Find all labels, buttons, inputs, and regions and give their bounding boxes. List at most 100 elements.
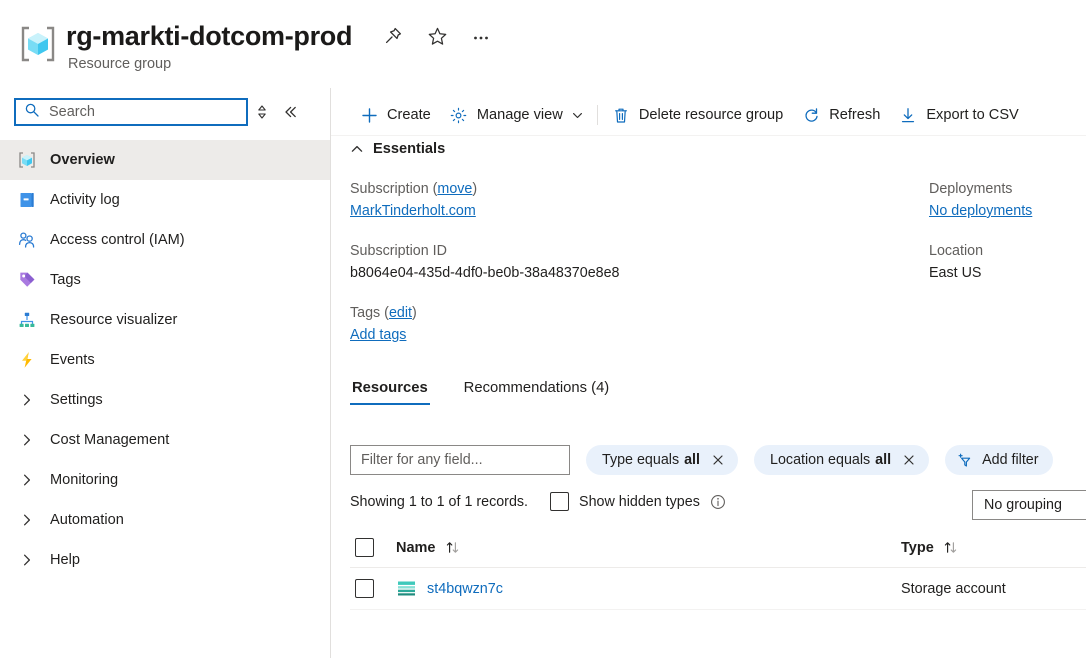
table-row[interactable]: st4bqwzn7c Storage account	[350, 568, 1086, 610]
trash-icon	[611, 105, 631, 125]
sidebar-item-events[interactable]: Events	[0, 340, 330, 380]
sort-updown-icon[interactable]	[248, 98, 276, 126]
filter-pill-type[interactable]: Type equals all	[586, 445, 739, 475]
subscription-id-value: b8064e04-435d-4df0-be0b-38a48370e8e8	[350, 265, 620, 281]
no-deployments-link[interactable]: No deployments	[929, 203, 1032, 219]
essentials-right-column: Deployments No deployments Location East…	[929, 178, 1086, 302]
collapse-double-chevron-left-icon[interactable]	[276, 98, 304, 126]
tags-label: Tags (edit)	[350, 302, 890, 324]
chevron-right-icon	[16, 433, 38, 447]
sidebar-item-resource-visualizer[interactable]: Resource visualizer	[0, 300, 330, 340]
access-control-people-icon	[16, 229, 38, 251]
sidebar-group-help[interactable]: Help	[0, 540, 330, 580]
create-label: Create	[387, 107, 431, 123]
tab-resources[interactable]: Resources	[350, 380, 430, 405]
subscription-link[interactable]: MarkTinderholt.com	[350, 203, 476, 219]
column-header-type[interactable]: Type	[901, 540, 1086, 556]
chevron-up-icon	[350, 142, 364, 156]
sidebar-group-cost-management[interactable]: Cost Management	[0, 420, 330, 460]
sort-arrows-icon[interactable]	[943, 540, 958, 555]
pin-icon[interactable]	[380, 23, 406, 49]
subscription-label-close: )	[472, 181, 478, 197]
sidebar-item-label: Resource visualizer	[50, 312, 178, 328]
grouping-select[interactable]: No grouping	[972, 490, 1086, 520]
sidebar-group-label: Settings	[50, 392, 103, 408]
export-to-csv-button[interactable]: Export to CSV	[889, 98, 1027, 132]
gear-icon	[449, 105, 469, 125]
export-label: Export to CSV	[926, 107, 1019, 123]
row-type-cell: Storage account	[901, 581, 1086, 597]
filter-input[interactable]	[350, 445, 570, 475]
sidebar-item-label: Overview	[50, 152, 115, 168]
essentials-toggle[interactable]: Essentials	[350, 141, 445, 157]
resource-name-link[interactable]: st4bqwzn7c	[427, 581, 503, 597]
sidebar-item-tags[interactable]: Tags	[0, 260, 330, 300]
sidebar-item-activity-log[interactable]: Activity log	[0, 180, 330, 220]
events-lightning-icon	[16, 349, 38, 371]
resource-group-cube-icon	[18, 22, 58, 66]
add-tags-link[interactable]: Add tags	[350, 327, 406, 343]
select-all-checkbox[interactable]	[355, 538, 374, 557]
tags-value: Add tags	[350, 324, 890, 346]
sidebar-nav: Overview Activity log Access control (IA…	[0, 140, 330, 580]
deployments-value: No deployments	[929, 200, 1086, 222]
refresh-button[interactable]: Refresh	[792, 98, 889, 132]
row-select-cell	[350, 579, 396, 598]
show-hidden-types-checkbox[interactable]	[550, 492, 570, 511]
sidebar-group-monitoring[interactable]: Monitoring	[0, 460, 330, 500]
command-separator	[596, 105, 598, 125]
page-header: rg-markti-dotcom-prod Resource group	[0, 0, 1086, 88]
tag-icon	[16, 269, 38, 291]
content-tabs: Resources Recommendations (4)	[350, 380, 643, 405]
title-row: rg-markti-dotcom-prod	[66, 18, 494, 54]
search-box[interactable]	[14, 98, 248, 126]
filter-pill-location[interactable]: Location equals all	[754, 445, 930, 475]
filter-pill-value: all	[875, 452, 892, 468]
resource-visualizer-icon	[16, 309, 38, 331]
favorite-star-icon[interactable]	[424, 23, 450, 49]
chevron-right-icon	[16, 393, 38, 407]
sidebar-group-label: Monitoring	[50, 472, 119, 488]
delete-resource-group-button[interactable]: Delete resource group	[602, 98, 792, 132]
chevron-down-icon	[571, 109, 584, 122]
sort-arrows-icon[interactable]	[445, 540, 460, 555]
sidebar-item-overview[interactable]: Overview	[0, 140, 330, 180]
row-name-cell: st4bqwzn7c	[396, 579, 901, 599]
column-header-name[interactable]: Name	[396, 540, 901, 556]
create-button[interactable]: Create	[350, 98, 440, 132]
manage-view-button[interactable]: Manage view	[440, 98, 593, 132]
command-bar-divider	[331, 135, 1086, 136]
storage-account-icon	[396, 579, 416, 599]
chevron-right-icon	[16, 553, 38, 567]
grouping-value: No grouping	[984, 497, 1062, 513]
close-x-icon[interactable]	[902, 453, 916, 467]
sidebar-group-label: Automation	[50, 512, 124, 528]
subscription-label: Subscription (move)	[350, 178, 890, 200]
info-circle-icon[interactable]	[710, 494, 726, 510]
sidebar-group-settings[interactable]: Settings	[0, 380, 330, 420]
add-filter-button[interactable]: Add filter	[945, 445, 1053, 475]
manage-view-label: Manage view	[476, 107, 563, 123]
records-count-text: Showing 1 to 1 of 1 records.	[350, 493, 529, 510]
more-ellipsis-icon[interactable]	[468, 23, 494, 49]
sidebar: Overview Activity log	[0, 88, 330, 658]
tags-label-close: )	[412, 305, 417, 321]
subscription-move-link[interactable]: move	[437, 181, 472, 197]
tab-recommendations[interactable]: Recommendations (4)	[462, 380, 612, 405]
subscription-value: MarkTinderholt.com	[350, 200, 890, 222]
row-checkbox[interactable]	[355, 579, 374, 598]
chevron-right-icon	[16, 473, 38, 487]
tags-edit-link[interactable]: edit	[389, 305, 412, 321]
tags-block: Tags (edit) Add tags	[350, 302, 890, 346]
filter-pill-prefix: Type equals	[602, 452, 680, 468]
plus-icon	[359, 105, 379, 125]
main-content: Create Manage view Delete resource group…	[331, 88, 1086, 658]
search-input[interactable]	[47, 103, 231, 121]
azure-portal-resource-group-page: rg-markti-dotcom-prod Resource group Sea…	[0, 0, 1086, 658]
sidebar-group-label: Help	[50, 552, 81, 568]
sidebar-group-automation[interactable]: Automation	[0, 500, 330, 540]
close-x-icon[interactable]	[711, 453, 725, 467]
sidebar-item-access-control[interactable]: Access control (IAM)	[0, 220, 330, 260]
page-title: rg-markti-dotcom-prod	[66, 21, 353, 51]
delete-label: Delete resource group	[638, 107, 784, 123]
